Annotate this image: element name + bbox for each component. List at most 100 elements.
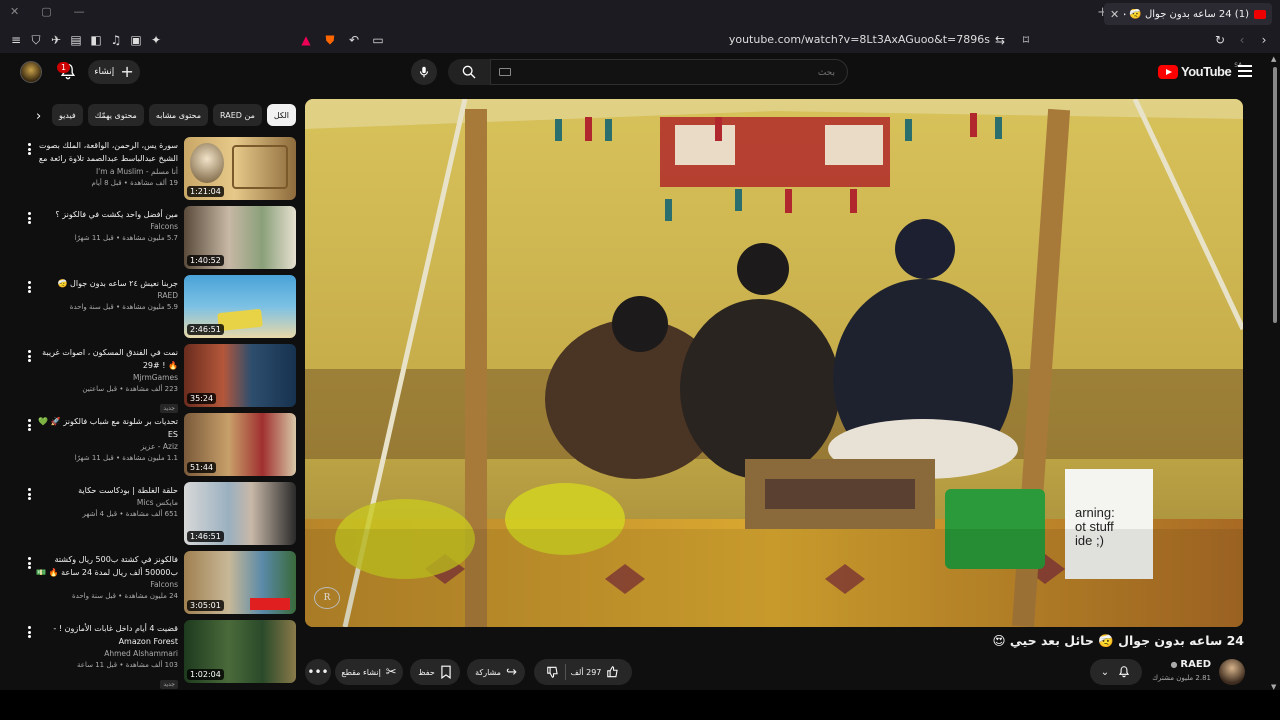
video-title[interactable]: جربنا نعيش ٢٤ ساعه بدون جوال 🤕 [32, 277, 178, 290]
more-actions-icon[interactable] [28, 281, 32, 293]
list-item[interactable]: 1:46:51 حلقة الغلطة | بودكاست حكاية مايك… [24, 482, 296, 546]
browser-tab-bar: ✕ ▢ — + (1) 24 ساعه بدون جوال 🤕 حائل بعد… [0, 0, 1280, 27]
site-settings-icon[interactable]: ⇆ [990, 30, 1010, 50]
keyboard-icon[interactable] [499, 68, 511, 76]
chip-all[interactable]: الكل [266, 104, 296, 126]
video-thumbnail[interactable]: 3:05:01 [184, 551, 296, 614]
chip-for-you[interactable]: محتوى يهمّك [87, 104, 144, 126]
logo-text: YouTube [1181, 64, 1232, 79]
chip-videos[interactable]: فيديو [51, 104, 83, 126]
list-item[interactable]: 1:40:52 مين أفضل واحد يكشت في فالكونز ؟ … [24, 206, 296, 270]
video-thumbnail[interactable]: 1:40:52 [184, 206, 296, 269]
video-thumbnail[interactable]: 2:46:51 [184, 275, 296, 338]
video-stats: 5.9 مليون مشاهدة • قبل سنة واحدة [69, 303, 178, 311]
page-scrollbar[interactable]: ▲ ▼ [1270, 53, 1280, 693]
scrollbar-thumb[interactable] [1273, 67, 1277, 323]
search-box[interactable] [490, 59, 848, 85]
reload-icon[interactable]: ↻ [1210, 30, 1230, 50]
channel-name[interactable]: MjrmGames [32, 372, 178, 384]
video-meta: فالكونز في كشتة ب500 ريال وكشتة ب50000 أ… [32, 553, 178, 602]
video-title[interactable]: نمت في الفندق المسكون ، اصوات غريبة 🔥 ! … [32, 346, 178, 372]
like-icon[interactable] [606, 665, 620, 679]
maximize-icon[interactable]: ▢ [41, 5, 51, 18]
account-avatar[interactable] [20, 61, 42, 83]
translate-icon[interactable]: ↶ [344, 30, 364, 50]
youtube-logo[interactable]: YouTube SA [1158, 62, 1242, 79]
minimize-icon[interactable]: ✕ [10, 5, 19, 18]
voice-search-button[interactable] [411, 59, 437, 85]
video-title[interactable]: قضيت 4 أيام داخل غابات الأمازون ! - Amaz… [32, 622, 178, 648]
channel-name-row[interactable]: RAED ● [1170, 659, 1211, 670]
bookmark-icon[interactable]: ⌑ [1016, 30, 1036, 50]
channel-avatar[interactable] [1219, 659, 1245, 685]
channel-name[interactable]: RAED [32, 290, 178, 302]
subscribed-bell-button[interactable]: ⌄ [1090, 659, 1142, 685]
channel-name[interactable]: Aziz - عزيز [32, 441, 178, 453]
forward-icon[interactable]: › [1254, 30, 1274, 50]
screenshot-icon[interactable]: ▣ [126, 30, 146, 50]
more-actions-icon[interactable] [28, 626, 32, 638]
list-item[interactable]: 2:46:51 جربنا نعيش ٢٤ ساعه بدون جوال 🤕 R… [24, 275, 296, 339]
more-actions-icon[interactable] [28, 350, 32, 362]
dislike-icon[interactable] [546, 665, 560, 679]
channel-watermark-icon[interactable]: R [314, 587, 340, 609]
video-thumbnail[interactable]: 1:21:04 [184, 137, 296, 200]
create-button[interactable]: + إنشاء [88, 60, 140, 84]
more-actions-button[interactable]: ••• [305, 659, 331, 685]
search-button[interactable] [448, 59, 490, 85]
more-actions-icon[interactable] [28, 212, 32, 224]
more-actions-icon[interactable] [28, 419, 32, 431]
back-icon[interactable]: ‹ [1232, 30, 1252, 50]
more-actions-icon[interactable] [28, 557, 32, 569]
reciter-image [190, 143, 224, 183]
more-actions-icon[interactable] [28, 488, 32, 500]
scroll-up-icon[interactable]: ▲ [1271, 55, 1276, 63]
like-count[interactable]: 297 ألف [571, 668, 602, 677]
video-thumbnail[interactable]: 1:02:04 [184, 620, 296, 683]
clip-button[interactable]: ✂ إنشاء مقطع [335, 659, 403, 685]
browser-tab[interactable]: (1) 24 ساعه بدون جوال 🤕 حائل بعد ✕ [1104, 3, 1272, 25]
video-player[interactable]: arning: ot stuff ide ;) [305, 99, 1243, 627]
list-item[interactable]: 51:44 تحديات بر شلونة مع شباب فالكونز 🚀 … [24, 413, 296, 477]
video-thumbnail[interactable]: 51:44 [184, 413, 296, 476]
video-title[interactable]: فالكونز في كشتة ب500 ريال وكشتة ب50000 أ… [32, 553, 178, 579]
guide-menu-icon[interactable] [1238, 65, 1252, 77]
cast-icon[interactable]: ▭ [368, 30, 388, 50]
close-window-icon[interactable]: — [74, 5, 85, 18]
list-item[interactable]: 1:02:04 قضيت 4 أيام داخل غابات الأمازون … [24, 620, 296, 689]
video-title[interactable]: مين أفضل واحد يكشت في فالكونز ؟ [32, 208, 178, 221]
save-button[interactable]: حفظ [410, 659, 460, 685]
channel-name-main[interactable]: RAED [1180, 659, 1211, 670]
tab-close-icon[interactable]: ✕ [1110, 8, 1119, 21]
video-thumbnail[interactable]: 35:24 [184, 344, 296, 407]
channel-name[interactable]: Ahmed Alshammari [32, 648, 178, 660]
extensions-icon[interactable]: ✈ [46, 30, 66, 50]
music-icon[interactable]: ♫ [106, 30, 126, 50]
sidebar-icon[interactable]: ◧ [86, 30, 106, 50]
chip-from-channel[interactable]: من RAED [213, 104, 262, 126]
share-button[interactable]: ↪ مشاركة [467, 659, 525, 685]
chip-related[interactable]: محتوى مشابه [148, 104, 209, 126]
address-bar[interactable]: youtube.com/watch?v=8Lt3AxAGuoo&t=7896s [700, 33, 990, 46]
list-item[interactable]: 1:21:04 سورة يس، الرحمن، الواقعة، الملك … [24, 137, 296, 201]
video-thumbnail[interactable]: 1:46:51 [184, 482, 296, 545]
list-item[interactable]: 35:24 نمت في الفندق المسكون ، اصوات غريب… [24, 344, 296, 413]
brave-shield-icon[interactable]: ⛊ [320, 30, 340, 50]
menu-icon[interactable]: ≡ [6, 30, 26, 50]
video-title[interactable]: سورة يس، الرحمن، الواقعة، الملك بصوت الش… [32, 139, 178, 166]
channel-name[interactable]: Falcons [32, 221, 178, 233]
video-title[interactable]: حلقة الغلطة | بودكاست حكاية [32, 484, 178, 497]
more-actions-icon[interactable] [28, 143, 32, 155]
search-input[interactable] [491, 61, 847, 85]
channel-name[interactable]: مايكس Mics [32, 497, 178, 509]
shield-icon[interactable]: ⛉ [26, 30, 46, 50]
browser-left-tools: ≡ ⛉ ✈ ▤ ◧ ♫ ▣ ✦ [6, 30, 166, 50]
puzzle-icon[interactable]: ✦ [146, 30, 166, 50]
list-item[interactable]: 3:05:01 فالكونز في كشتة ب500 ريال وكشتة … [24, 551, 296, 615]
channel-name[interactable]: أنا مسلم - I'm a Muslim [32, 166, 178, 178]
channel-name[interactable]: Falcons [32, 579, 178, 591]
thumbnail-price-tag [250, 598, 290, 610]
reader-icon[interactable]: ▤ [66, 30, 86, 50]
brave-rewards-icon[interactable]: ▲ [296, 30, 316, 50]
video-title[interactable]: تحديات بر شلونة مع شباب فالكونز 🚀 💚 ES [32, 415, 178, 441]
